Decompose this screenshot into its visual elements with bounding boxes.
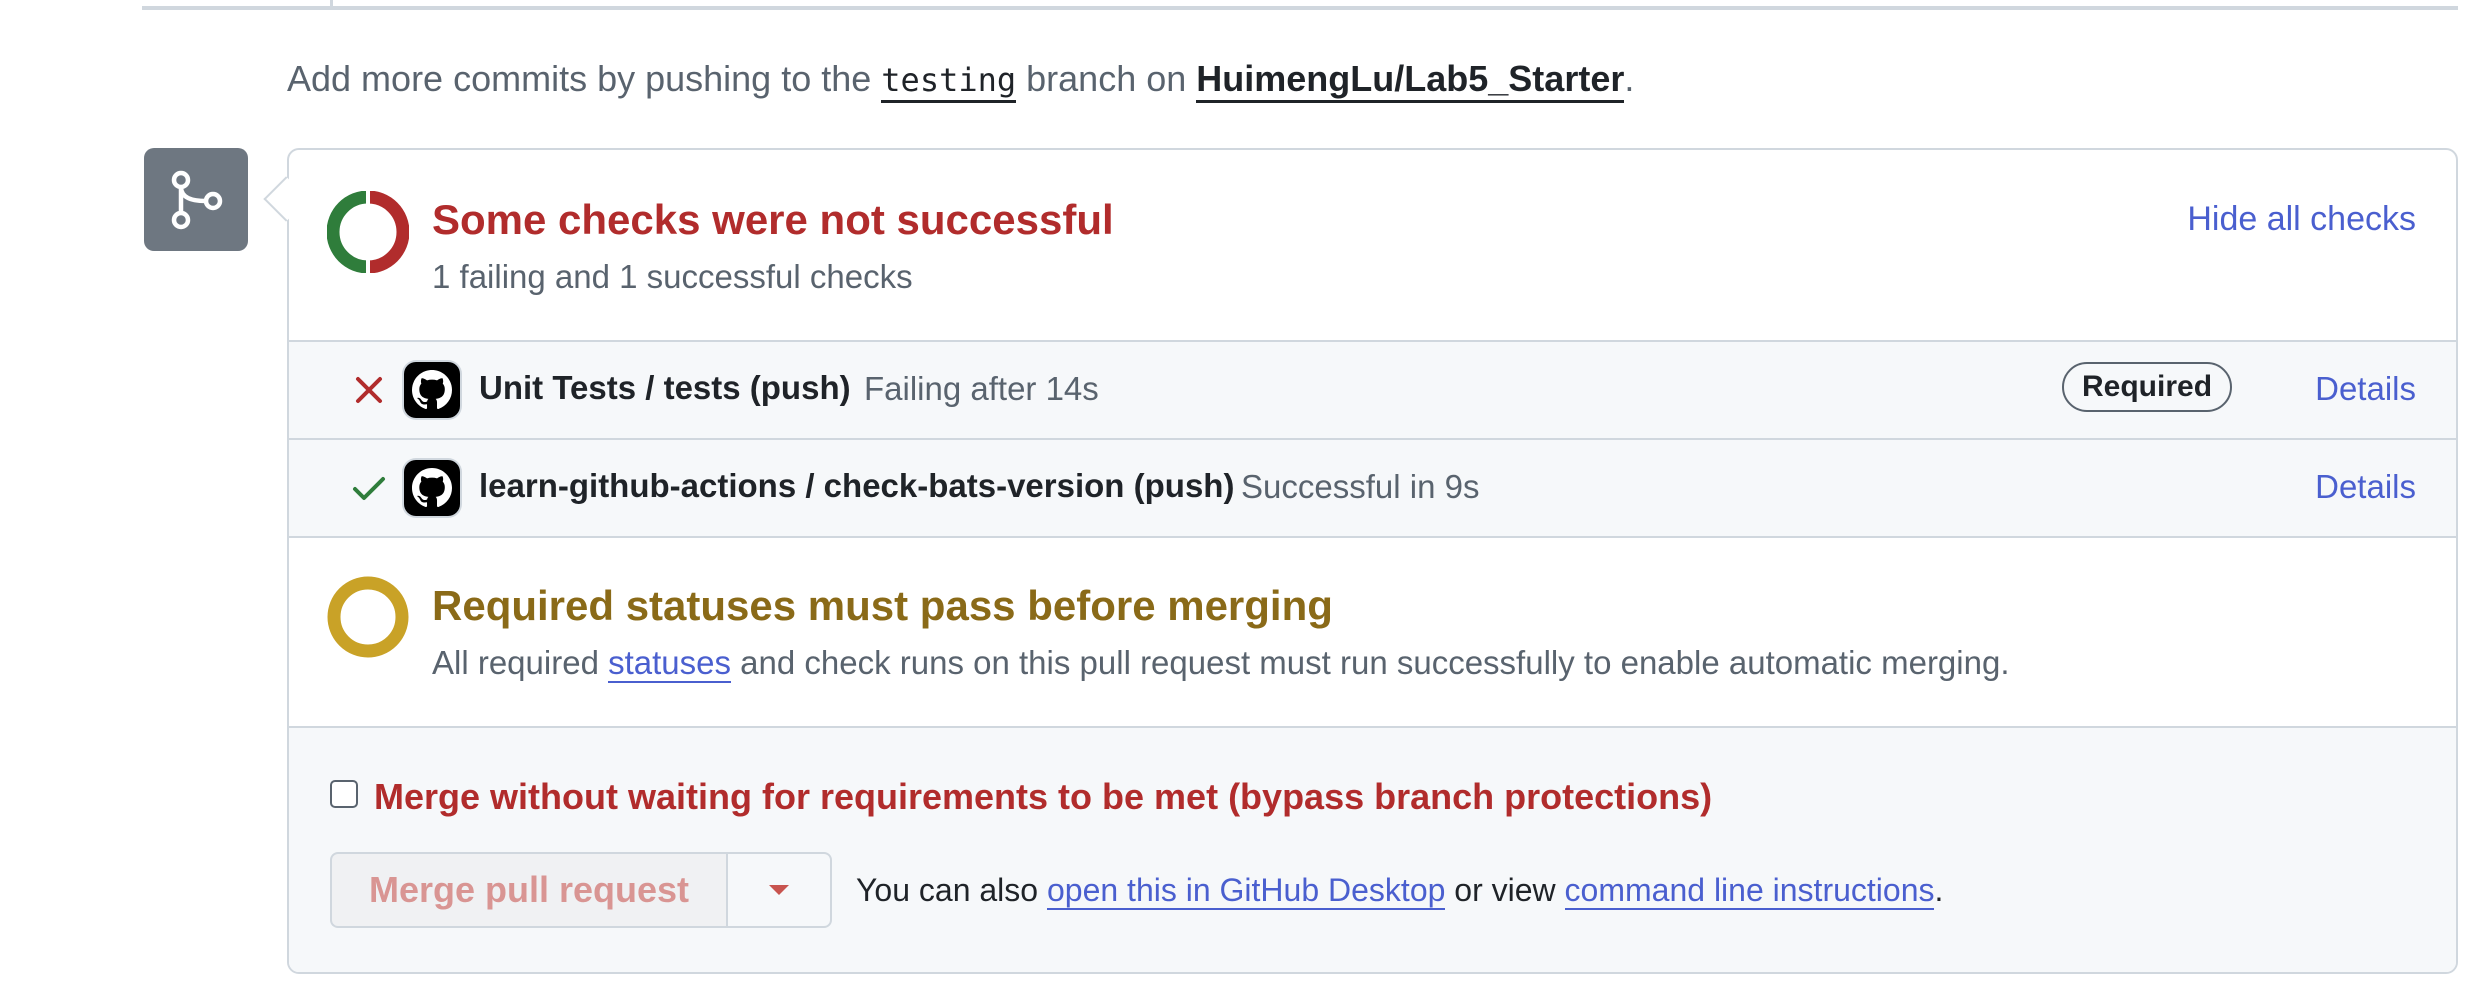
hint-middle: branch on: [1016, 58, 1197, 99]
triangle-down-icon: [769, 885, 789, 895]
required-badge: Required: [2062, 362, 2233, 412]
check-row: learn-github-actions / check-bats-versio…: [289, 438, 2456, 536]
check-name: Unit Tests / tests (push): [479, 369, 851, 406]
check-description: Successful in 9s: [1241, 468, 1480, 505]
github-icon: [404, 460, 460, 516]
hint-prefix: Add more commits by pushing to the: [287, 58, 882, 99]
push-hint: Add more commits by pushing to the testi…: [287, 58, 1635, 103]
x-icon: [349, 370, 389, 410]
repo-link[interactable]: HuimengLu/Lab5_Starter: [1196, 58, 1625, 103]
desc-suffix: and check runs on this pull request must…: [731, 644, 2010, 681]
timeline-divider-stub: [330, 0, 333, 8]
details-link[interactable]: Details: [2315, 370, 2416, 408]
git-merge-icon: [144, 148, 248, 251]
bypass-label[interactable]: Merge without waiting for requirements t…: [374, 776, 1712, 818]
github-desktop-link[interactable]: open this in GitHub Desktop: [1046, 872, 1446, 910]
branch-name[interactable]: testing: [881, 61, 1017, 103]
hint-suffix: .: [1624, 58, 1635, 99]
pending-ring-icon: [327, 576, 409, 663]
github-icon: [404, 362, 460, 418]
also-suffix: .: [1934, 872, 1944, 908]
also-middle: or view: [1445, 872, 1565, 908]
desc-prefix: All required: [432, 644, 609, 681]
merge-method-dropdown[interactable]: [726, 852, 832, 928]
required-statuses-description: All required statuses and check runs on …: [432, 644, 2010, 683]
check-icon: [349, 468, 389, 508]
checks-status-donut-icon: [326, 190, 410, 278]
command-line-instructions-link[interactable]: command line instructions: [1564, 872, 1935, 910]
alternate-merge-hint: You can also open this in GitHub Desktop…: [856, 872, 1944, 910]
check-description: Failing after 14s: [864, 370, 1099, 407]
details-link[interactable]: Details: [2315, 468, 2416, 506]
required-statuses-title: Required statuses must pass before mergi…: [432, 582, 1333, 629]
merge-box: Some checks were not successful 1 failin…: [287, 148, 2458, 974]
also-prefix: You can also: [856, 872, 1047, 908]
check-row: Unit Tests / tests (push) Failing after …: [289, 340, 2456, 438]
hide-all-checks-link[interactable]: Hide all checks: [2187, 200, 2416, 239]
checks-title: Some checks were not successful: [432, 196, 1114, 243]
timeline-divider: [142, 6, 2458, 10]
statuses-link[interactable]: statuses: [608, 644, 731, 683]
merge-section: Merge without waiting for requirements t…: [289, 726, 2456, 972]
required-statuses-section: Required statuses must pass before mergi…: [289, 536, 2456, 726]
bypass-checkbox[interactable]: [330, 780, 358, 808]
merge-pull-request-button[interactable]: Merge pull request: [330, 852, 726, 928]
checks-summary: 1 failing and 1 successful checks: [432, 258, 913, 295]
check-name: learn-github-actions / check-bats-versio…: [479, 467, 1235, 504]
